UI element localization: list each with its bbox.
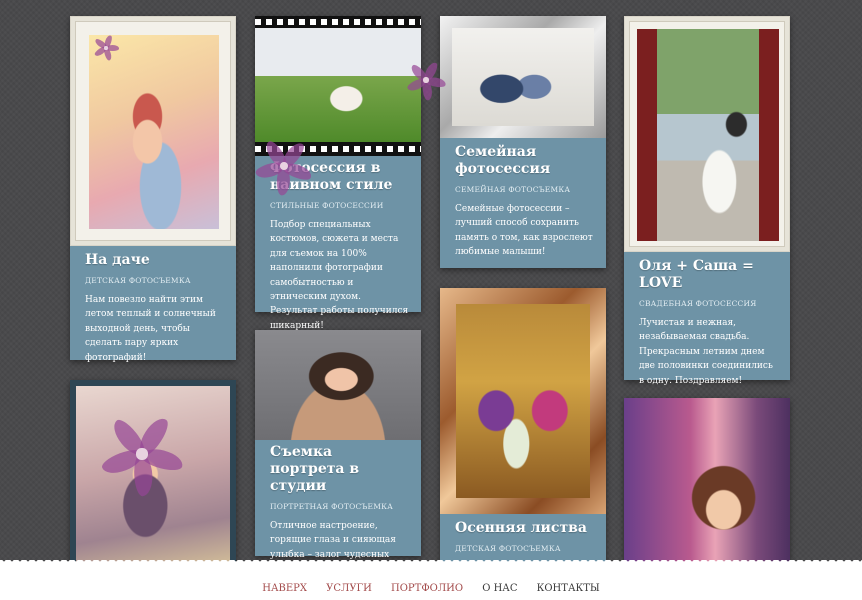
nav-link-portfolio[interactable]: ПОРТФОЛИО [391, 583, 463, 594]
card-category[interactable]: СЕМЕЙНАЯ ФОТОСЪЕМКА [455, 185, 594, 194]
portfolio-card-autumn[interactable]: Осенняя листва ДЕТСКАЯ ФОТОСЪЕМКА [440, 288, 606, 570]
nav-link-contacts[interactable]: КОНТАКТЫ [537, 583, 600, 594]
photo-woman-portrait [255, 330, 421, 440]
flower-decoration-icon [92, 34, 120, 62]
nav-link-services[interactable]: УСЛУГИ [326, 583, 372, 594]
photo-family-on-floor [452, 28, 594, 126]
portfolio-card-studio-portrait[interactable]: Съемка портрета в студии ПОРТРЕТНАЯ ФОТО… [255, 330, 421, 574]
card-category[interactable]: СТИЛЬНЫЕ ФОТОСЕССИИ [270, 201, 409, 210]
footer-nav: НАВЕРХ УСЛУГИ ПОРТФОЛИО О НАС КОНТАКТЫ [0, 568, 862, 595]
flower-decoration-icon [252, 134, 316, 198]
card-category[interactable]: ПОРТРЕТНАЯ ФОТОСЪЕМКА [270, 502, 409, 511]
nav-link-top[interactable]: НАВЕРХ [262, 583, 307, 594]
card-photo-frame[interactable] [440, 16, 606, 138]
footer-nav-bar: НАВЕРХ УСЛУГИ ПОРТФОЛИО О НАС КОНТАКТЫ [0, 560, 862, 600]
card-description: Семейные фотосессии – лучший способ сохр… [455, 204, 593, 258]
portfolio-card-family[interactable]: Семейная фотосессия СЕМЕЙНАЯ ФОТОСЪЕМКА … [440, 16, 606, 268]
card-photo-frame[interactable] [624, 16, 790, 252]
flower-decoration-icon [404, 58, 448, 102]
card-description: Подбор специальных костюмов, сюжета и ме… [270, 220, 409, 331]
portfolio-card-girl-crown[interactable] [624, 398, 790, 570]
photo-girl-with-crown [624, 398, 790, 570]
card-photo-frame[interactable] [440, 288, 606, 514]
flower-decoration-icon [96, 408, 188, 500]
nav-link-about[interactable]: О НАС [482, 583, 517, 594]
card-category[interactable]: СВАДЕБНАЯ ФОТОСЕССИЯ [639, 299, 778, 308]
card-description: Лучистая и нежная, незабываемая свадьба.… [639, 318, 773, 386]
card-title[interactable]: Семейная фотосессия [455, 144, 594, 178]
portfolio-card-na-dache[interactable]: На даче ДЕТСКАЯ ФОТОСЪЕМКА Нам повезло н… [70, 16, 236, 363]
card-title[interactable]: На даче [85, 252, 224, 269]
card-title[interactable]: Съемка портрета в студии [270, 444, 409, 495]
photo-kids-in-autumn-leaves [456, 304, 590, 498]
photo-couple-in-field [255, 28, 421, 142]
photo-girl-on-blanket [89, 35, 219, 229]
card-description: Нам повезло найти этим летом теплый и со… [85, 295, 216, 363]
card-title[interactable]: Оля + Саша = LOVE [639, 258, 778, 292]
photo-wedding-couple [637, 29, 779, 241]
card-category[interactable]: ДЕТСКАЯ ФОТОСЪЕМКА [85, 276, 224, 285]
film-perforations-top [255, 19, 421, 25]
zigzag-border [0, 560, 862, 568]
card-title[interactable]: Осенняя листва [455, 520, 594, 537]
portfolio-card-wedding[interactable]: Оля + Саша = LOVE СВАДЕБНАЯ ФОТОСЕССИЯ Л… [624, 16, 790, 386]
card-category[interactable]: ДЕТСКАЯ ФОТОСЪЕМКА [455, 544, 594, 553]
